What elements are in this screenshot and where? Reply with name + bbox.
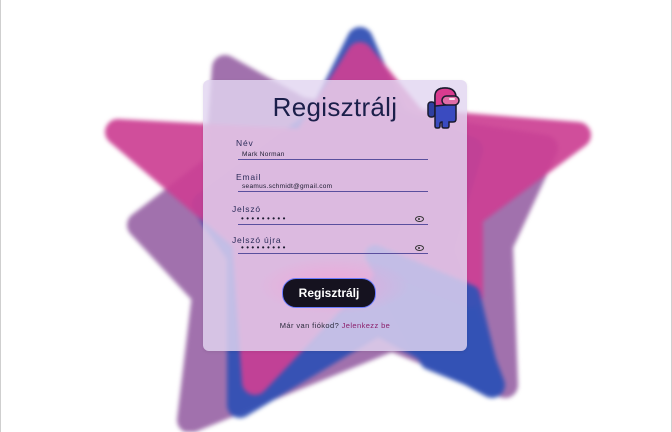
email-input[interactable]: seamus.schmidt@gmail.com [242, 183, 332, 190]
password-confirm-underline [238, 253, 428, 254]
login-prompt-text: Már van fiókod? [279, 321, 340, 330]
password-underline [238, 224, 428, 225]
register-card: Regisztrálj Név Mark Norman Email seamus… [203, 80, 467, 351]
name-input[interactable]: Mark Norman [242, 151, 285, 158]
password-label: Jelszó [232, 204, 261, 214]
eye-icon-confirm[interactable] [415, 245, 424, 251]
register-button[interactable]: Regisztrálj [282, 278, 376, 308]
login-link[interactable]: Jelenkezz be [342, 321, 391, 330]
email-underline [238, 191, 428, 192]
eye-icon[interactable] [415, 216, 424, 222]
name-label: Név [236, 138, 254, 148]
login-prompt: Már van fiókod? Jelenkezz be [203, 321, 467, 330]
name-underline [238, 159, 428, 160]
email-label: Email [236, 172, 262, 182]
password-confirm-input[interactable]: ••••••••• [241, 243, 288, 252]
password-input[interactable]: ••••••••• [241, 214, 288, 223]
among-us-crewmate-icon [427, 87, 460, 129]
